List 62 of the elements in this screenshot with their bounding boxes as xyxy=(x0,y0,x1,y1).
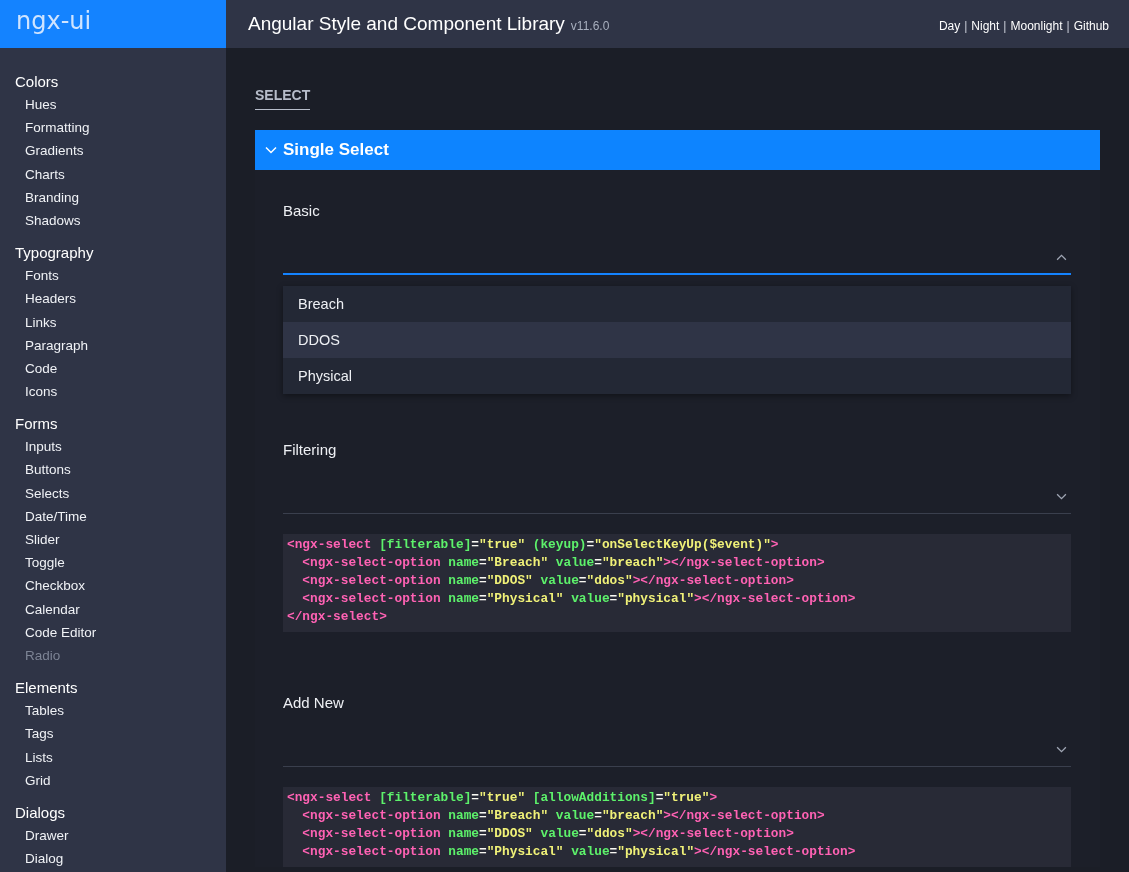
theme-link[interactable]: Night xyxy=(971,19,1000,33)
code-line: <ngx-select [filterable]="true" (keyup)="onSelectKeyUp($event)"> xyxy=(287,536,780,554)
chevron-icon xyxy=(265,146,277,154)
nav-item[interactable]: Grid xyxy=(15,768,226,792)
nav-item[interactable]: Headers xyxy=(15,287,226,311)
version-label: v11.6.0 xyxy=(570,19,610,33)
code-line: <ngx-select-option name="Breach" value="breach"></ngx-select-option> xyxy=(301,807,826,825)
header-title: Angular Style and Component Library xyxy=(248,13,565,35)
caret-icon xyxy=(1056,253,1067,261)
nav-item[interactable]: Drawer xyxy=(15,823,226,848)
nav-item[interactable]: Lists xyxy=(15,745,226,769)
nav-item[interactable]: Dialog xyxy=(15,847,226,871)
code-line: <ngx-select-option name="Breach" value="breach"></ngx-select-option> xyxy=(301,554,826,572)
nav-item[interactable]: Code Editor xyxy=(15,620,226,644)
code-line: <ngx-select-option name="Physical" value="physical"></ngx-select-option> xyxy=(301,590,857,608)
demo-label: Basic xyxy=(283,202,321,219)
nav-item[interactable]: Links xyxy=(15,310,226,334)
page-title: SELECT xyxy=(255,88,311,110)
nav-group-title: Colors xyxy=(15,72,60,92)
code-line: <ngx-select [filterable]="true" [allowAdditions]="true"> xyxy=(287,789,719,807)
code-line: <ngx-select-option name="DDOS" value="ddos"></ngx-select-option> xyxy=(301,825,795,843)
dropdown-option[interactable]: Physical xyxy=(283,358,1071,394)
nav-group-title: Elements xyxy=(15,678,79,699)
theme-link[interactable]: Moonlight xyxy=(1010,19,1063,33)
demo-label: Filtering xyxy=(283,441,338,458)
nav-item[interactable]: Branding xyxy=(15,185,226,209)
theme-link[interactable]: Github xyxy=(1073,19,1109,33)
nav-item[interactable]: Calendar xyxy=(15,597,226,621)
nav-item[interactable]: Tags xyxy=(15,722,226,746)
nav-item[interactable]: Fonts xyxy=(15,264,226,288)
nav-item[interactable]: Checkbox xyxy=(15,574,226,598)
nav-item[interactable]: Formatting xyxy=(15,116,226,140)
dropdown-option[interactable]: Breach xyxy=(283,286,1071,322)
theme-link[interactable]: Day xyxy=(938,19,961,33)
nav-item[interactable]: Shadows xyxy=(15,208,226,233)
nav-item[interactable]: Inputs xyxy=(15,435,226,459)
code-line: <ngx-select-option name="Physical" value="physical"></ngx-select-option> xyxy=(301,843,857,861)
code-line: </ngx-select> xyxy=(287,608,388,626)
section-header[interactable]: Single Select xyxy=(255,130,1100,170)
link-separator: | xyxy=(1066,19,1070,33)
nav-item[interactable]: Selects xyxy=(15,481,226,505)
nav-group-title: Typography xyxy=(15,243,95,264)
nav-item[interactable]: Toggle xyxy=(15,551,226,575)
nav-item[interactable]: Code xyxy=(15,356,226,381)
nav-item[interactable]: Charts xyxy=(15,162,226,186)
demo-label: Add New xyxy=(283,694,345,711)
nav-item[interactable]: Hues xyxy=(15,93,226,117)
nav-item[interactable]: Date/Time xyxy=(15,504,226,528)
nav-item[interactable]: Icons xyxy=(15,380,226,404)
nav-item[interactable]: Paragraph xyxy=(15,333,226,357)
link-separator: | xyxy=(964,19,968,33)
dropdown-option[interactable]: DDOS xyxy=(283,322,1071,358)
link-separator: | xyxy=(1003,19,1007,33)
nav-item[interactable]: Slider xyxy=(15,528,226,552)
code-line: <ngx-select-option name="DDOS" value="ddos"></ngx-select-option> xyxy=(301,572,795,590)
nav-item[interactable]: Gradients xyxy=(15,139,226,163)
caret-icon xyxy=(1056,493,1067,500)
nav-item[interactable]: Tables xyxy=(15,699,226,723)
nav-item[interactable]: Buttons xyxy=(15,458,226,482)
nav-group-title: Dialogs xyxy=(15,802,67,823)
caret-icon xyxy=(1056,746,1067,753)
nav-group-title: Forms xyxy=(15,414,59,435)
